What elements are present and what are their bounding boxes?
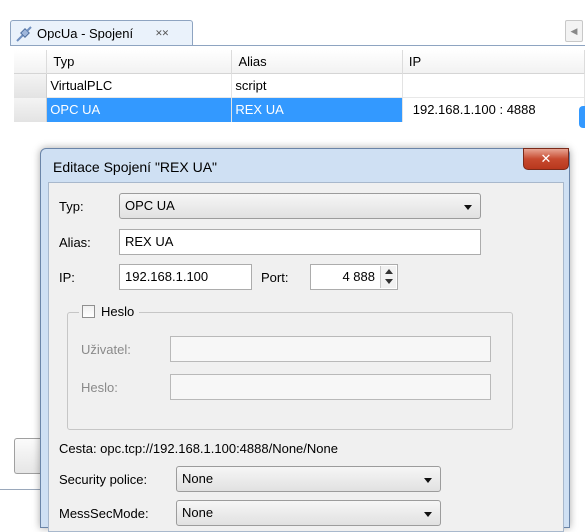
row-header-corner [14,50,48,74]
password-field[interactable] [170,374,491,400]
typ-value: OPC UA [125,198,175,213]
window-close-icon[interactable]: ✕ [523,148,569,170]
cell-alias: REX UA [232,98,403,122]
table-row[interactable]: VirtualPLC script [14,74,585,98]
ip-field[interactable]: 192.168.1.100 [119,264,252,290]
tab-opcua-spojeni[interactable]: OpcUa - Spojení ✕✕ [10,20,193,46]
security-label: Security police: [59,472,148,487]
password-groupbox [67,312,513,430]
dropdown-arrow-icon [424,512,432,517]
tab-divider [10,45,585,46]
messsec-value: None [182,505,214,520]
column-header-alias[interactable]: Alias [232,50,403,74]
password-label: Heslo: [81,380,118,395]
row-selector[interactable] [14,98,48,122]
password-checkbox-label: Heslo [101,304,135,319]
port-label: Port: [261,270,289,285]
password-group-header: Heslo [79,304,140,319]
table-row-selected[interactable]: OPC UA REX UA 192.168.1.100 : 4888 [14,98,585,122]
cell-ip [403,74,585,98]
dialog-body: Typ: OPC UA Alias: REX UA IP: 192.168.1.… [48,182,564,532]
column-header-typ[interactable]: Typ [47,50,233,74]
dialog-title: Editace Spojení "REX UA" [53,159,218,175]
tab-title: OpcUa - Spojení [37,26,134,41]
edit-connection-dialog: Editace Spojení "REX UA" ✕ Typ: OPC UA A… [40,148,570,532]
path-text: Cesta: opc.tcp://192.168.1.100:4888/None… [59,441,338,456]
messsec-label: MessSecMode: [59,506,149,521]
selection-edge [579,106,585,128]
scroll-left-icon[interactable]: ◀ [565,20,583,42]
port-stepper[interactable]: 4 888 [310,264,398,290]
cell-ip: 192.168.1.100 : 4888 [402,98,585,122]
column-header-ip[interactable]: IP [403,50,585,74]
alias-field[interactable]: REX UA [119,229,481,255]
security-select[interactable]: None [176,466,441,492]
tab-close-icon[interactable]: ✕✕ [155,28,169,39]
cell-alias: script [232,74,403,98]
security-value: None [182,471,214,486]
cell-typ: VirtualPLC [47,74,233,98]
user-label: Uživatel: [81,342,131,357]
spin-up-icon[interactable] [385,269,393,274]
row-selector[interactable] [14,74,48,98]
password-checkbox[interactable] [82,305,95,318]
alias-label: Alias: [59,235,91,250]
tab-bar: OpcUa - Spojení ✕✕ ◀ [0,0,585,50]
spin-down-icon[interactable] [385,279,393,284]
table-header: Typ Alias IP [14,50,585,74]
messsec-select[interactable]: None [176,500,441,526]
connection-plug-icon [16,25,32,42]
spin-buttons[interactable] [380,266,396,288]
background-divider [0,489,40,490]
dropdown-arrow-icon [464,205,472,210]
user-field[interactable] [170,336,491,362]
cell-typ: OPC UA [47,98,233,122]
typ-select[interactable]: OPC UA [119,193,481,219]
ip-label: IP: [59,270,75,285]
port-value: 4 888 [342,269,375,284]
typ-label: Typ: [59,199,84,214]
dropdown-arrow-icon [424,478,432,483]
connections-table: Typ Alias IP VirtualPLC script OPC UA RE… [14,50,585,122]
